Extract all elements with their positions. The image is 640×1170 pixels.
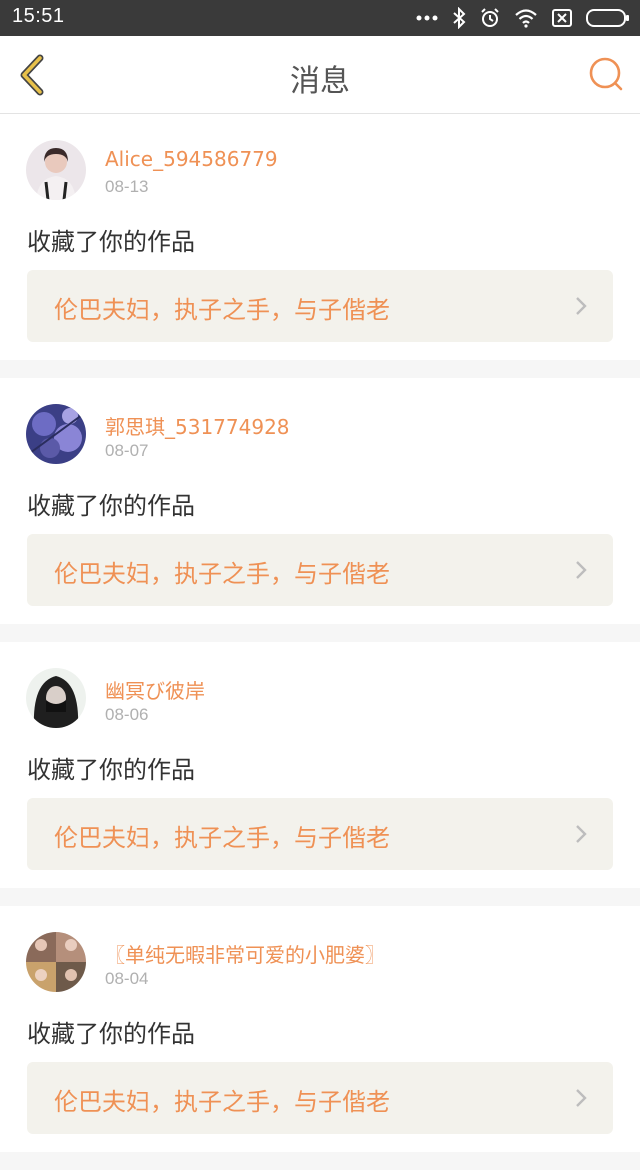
avatar-image — [26, 668, 86, 728]
bluetooth-icon — [453, 7, 466, 29]
avatar[interactable] — [26, 668, 86, 728]
message-list: Alice_594586779 08-13 收藏了你的作品 伦巴夫妇，执子之手，… — [0, 114, 640, 1170]
work-title: 伦巴夫妇，执子之手，与子偕老 — [54, 296, 390, 324]
work-title: 伦巴夫妇，执子之手，与子偕老 — [54, 824, 390, 852]
message-card: 〖单纯无暇非常可爱的小肥婆〗 08-04 收藏了你的作品 伦巴夫妇，执子之手，与… — [0, 906, 640, 1152]
avatar[interactable] — [26, 404, 86, 464]
alarm-icon — [481, 8, 499, 27]
work-link[interactable]: 伦巴夫妇，执子之手，与子偕老 — [27, 534, 613, 606]
chevron-right-icon — [576, 825, 587, 843]
work-title: 伦巴夫妇，执子之手，与子偕老 — [54, 560, 390, 588]
message-date: 08-04 — [105, 969, 149, 988]
action-text: 收藏了你的作品 — [27, 228, 195, 256]
action-text: 收藏了你的作品 — [27, 1020, 195, 1048]
avatar-image — [26, 140, 86, 200]
wifi-icon — [515, 9, 537, 28]
action-text: 收藏了你的作品 — [27, 492, 195, 520]
username[interactable]: 幽冥び彼岸 — [105, 675, 205, 704]
nav-bar: 消息 — [0, 36, 640, 114]
message-card: 幽冥び彼岸 08-06 收藏了你的作品 伦巴夫妇，执子之手，与子偕老 — [0, 642, 640, 888]
username[interactable]: Alice_594586779 — [105, 147, 278, 171]
message-date: 08-13 — [105, 177, 149, 196]
battery-icon — [586, 9, 629, 27]
sim-icon — [552, 9, 572, 27]
message-date: 08-06 — [105, 705, 149, 724]
work-link[interactable]: 伦巴夫妇，执子之手，与子偕老 — [27, 798, 613, 870]
avatar-image — [26, 932, 86, 992]
message-card: Alice_594586779 08-13 收藏了你的作品 伦巴夫妇，执子之手，… — [0, 114, 640, 360]
avatar[interactable] — [26, 140, 86, 200]
page-title: 消息 — [290, 64, 350, 99]
message-date: 08-07 — [105, 441, 149, 460]
status-time: 15:51 — [12, 5, 65, 27]
message-card: 郭思琪_531774928 08-07 收藏了你的作品 伦巴夫妇，执子之手，与子… — [0, 378, 640, 624]
chevron-right-icon — [576, 297, 587, 315]
search-icon[interactable] — [588, 56, 624, 92]
status-icons — [416, 6, 630, 30]
chevron-right-icon — [576, 1089, 587, 1107]
work-title: 伦巴夫妇，执子之手，与子偕老 — [54, 1088, 390, 1116]
avatar-image — [26, 404, 86, 464]
username[interactable]: 郭思琪_531774928 — [105, 411, 290, 440]
username[interactable]: 〖单纯无暇非常可爱的小肥婆〗 — [105, 939, 385, 968]
chevron-right-icon — [576, 561, 587, 579]
work-link[interactable]: 伦巴夫妇，执子之手，与子偕老 — [27, 270, 613, 342]
avatar[interactable] — [26, 932, 86, 992]
more-dots-icon — [416, 15, 438, 21]
action-text: 收藏了你的作品 — [27, 756, 195, 784]
status-bar: 15:51 — [0, 0, 640, 36]
work-link[interactable]: 伦巴夫妇，执子之手，与子偕老 — [27, 1062, 613, 1134]
